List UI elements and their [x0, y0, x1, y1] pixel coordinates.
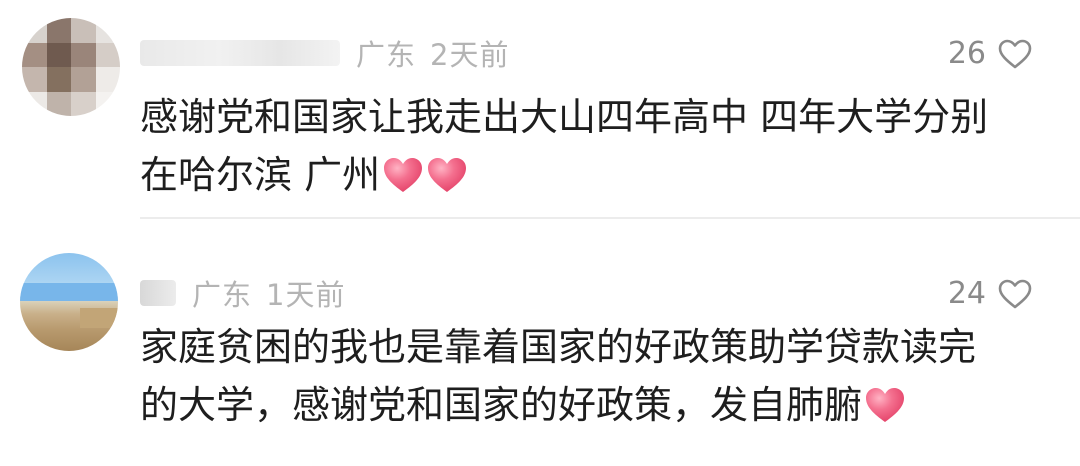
comment-header: 广东 1天前: [140, 270, 345, 316]
heart-outline-icon: [998, 279, 1032, 308]
avatar[interactable]: [20, 253, 118, 351]
username-redacted[interactable]: [140, 280, 176, 306]
comment-text-line: 的大学，感谢党和国家的好政策，发自肺腑: [140, 383, 863, 427]
comment-item: 广东 1天前 24 家庭贫困的我也是靠着国家的好政策助学贷款读完 的大学，感谢党和国…: [0, 0, 1080, 427]
like-count: 24: [947, 276, 986, 311]
comment-text-line: 家庭贫困的我也是靠着国家的好政策助学贷款读完: [140, 325, 977, 369]
like-button[interactable]: 24: [944, 276, 1032, 311]
location-label: 广东: [192, 278, 253, 312]
comment-meta: 广东 1天前: [192, 272, 345, 314]
timestamp: 1天前: [266, 278, 346, 312]
heart-emoji: [866, 388, 905, 422]
comment-text: 家庭贫困的我也是靠着国家的好政策助学贷款读完 的大学，感谢党和国家的好政策，发自肺…: [140, 318, 1045, 434]
